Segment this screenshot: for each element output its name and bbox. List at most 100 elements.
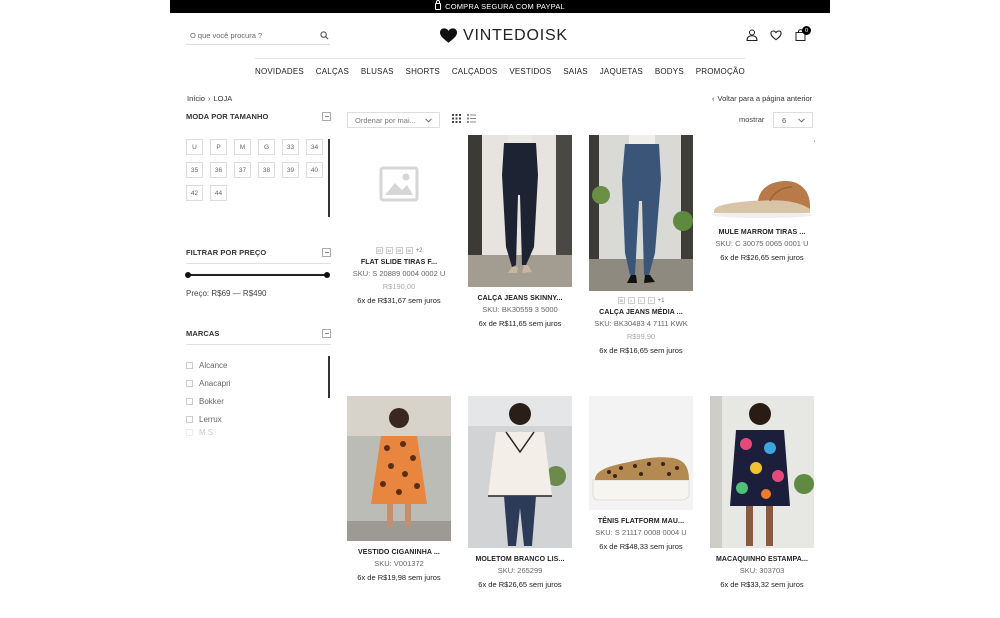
product-card[interactable]: 33 34 35 36 +2 FLAT SLIDE TIRAS F... SKU… <box>346 135 452 305</box>
product-image[interactable] <box>710 396 814 548</box>
size-swatch[interactable]: × <box>627 297 635 304</box>
product-name[interactable]: MACAQUINHO ESTAMPA... <box>709 556 815 563</box>
size-option[interactable]: 38 <box>258 162 275 178</box>
back-link[interactable]: ‹ Voltar para a página anterior <box>712 94 812 103</box>
collapse-minus-icon[interactable] <box>322 111 331 121</box>
checkbox[interactable] <box>186 361 193 369</box>
product-card[interactable]: 36 × × × +1 CALÇA JEANS MÉDIA ... SKU: B… <box>588 135 694 355</box>
product-image[interactable] <box>468 135 572 287</box>
product-image-placeholder[interactable] <box>347 135 451 241</box>
size-swatch[interactable]: 35 <box>395 247 403 254</box>
size-option[interactable]: 33 <box>282 139 299 155</box>
size-swatch[interactable]: 36 <box>405 247 413 254</box>
brand-option[interactable]: Alcance <box>186 356 326 374</box>
nav-jaquetas[interactable]: JAQUETAS <box>600 67 643 76</box>
size-option[interactable]: 35 <box>186 162 203 178</box>
show-count-select[interactable]: 6 <box>773 112 813 128</box>
sort-select[interactable]: Ordenar por mai... <box>347 112 440 128</box>
product-card[interactable]: VESTIDO CIGANINHA ... SKU: V001372 6x de… <box>346 396 452 582</box>
product-name[interactable]: MOLETOM BRANCO LIS... <box>467 556 573 563</box>
brand-option[interactable]: Anacapri <box>186 374 326 392</box>
size-option[interactable]: U <box>186 139 203 155</box>
nav-saias[interactable]: SAIAS <box>563 67 588 76</box>
breadcrumb: Início › LOJA <box>187 94 232 103</box>
price-max-handle[interactable] <box>324 272 330 278</box>
nav-bodys[interactable]: BODYS <box>655 67 684 76</box>
price-min-handle[interactable] <box>185 272 191 278</box>
user-icon[interactable] <box>745 28 759 42</box>
collapse-minus-icon[interactable] <box>322 247 331 257</box>
size-swatch[interactable]: 36 <box>617 297 625 304</box>
product-name[interactable]: VESTIDO CIGANINHA ... <box>346 549 452 556</box>
variant-swatches: 36 × × × +1 <box>588 297 694 304</box>
brand-option[interactable]: Lerrux <box>186 410 326 428</box>
size-option[interactable]: 40 <box>306 162 323 178</box>
search-icon[interactable] <box>318 30 330 42</box>
product-image[interactable] <box>589 396 693 510</box>
size-filter-header: MODA POR TAMANHO <box>186 110 331 122</box>
brand-list-scrollbar[interactable] <box>328 356 330 398</box>
size-swatch[interactable]: 34 <box>385 247 393 254</box>
nav-calcados[interactable]: CALÇADOS <box>452 67 498 76</box>
product-name[interactable]: MULE MARROM TIRAS ... <box>709 229 815 236</box>
size-option[interactable]: G <box>258 139 275 155</box>
search-input[interactable] <box>186 31 306 40</box>
cart-button[interactable]: 0 <box>793 26 811 42</box>
product-card[interactable]: MACAQUINHO ESTAMPA... SKU: 303703 6x de … <box>709 396 815 589</box>
nav-shorts[interactable]: SHORTS <box>406 67 440 76</box>
size-option[interactable]: 39 <box>282 162 299 178</box>
checkbox[interactable] <box>186 415 193 423</box>
product-card[interactable]: CALÇA JEANS SKINNY... SKU: BK30559 3 500… <box>467 135 573 328</box>
product-card[interactable]: TÊNIS FLATFORM MAU... SKU: S 21117 0008 … <box>588 396 694 551</box>
size-list-scrollbar[interactable] <box>328 139 330 217</box>
size-option[interactable]: 44 <box>210 185 227 201</box>
price-range-slider[interactable] <box>185 272 330 278</box>
product-name[interactable]: CALÇA JEANS SKINNY... <box>467 295 573 302</box>
nav-vestidos[interactable]: VESTIDOS <box>509 67 551 76</box>
product-name[interactable]: TÊNIS FLATFORM MAU... <box>588 518 694 525</box>
checkbox[interactable] <box>186 379 193 387</box>
nav-calcas[interactable]: CALÇAS <box>316 67 349 76</box>
wishlist-heart-icon[interactable] <box>769 28 783 42</box>
product-name[interactable]: FLAT SLIDE TIRAS F... <box>346 259 452 266</box>
product-image[interactable] <box>468 396 572 548</box>
size-option[interactable]: 34 <box>306 139 323 155</box>
size-option[interactable]: M <box>234 139 251 155</box>
size-option[interactable]: P <box>210 139 227 155</box>
nav-blusas[interactable]: BLUSAS <box>361 67 394 76</box>
more-swatches[interactable]: +1 <box>658 298 665 304</box>
back-link-label: Voltar para a página anterior <box>717 94 813 103</box>
nav-novidades[interactable]: NOVIDADES <box>255 67 304 76</box>
brand-option[interactable]: M.S <box>186 428 326 436</box>
product-image[interactable] <box>589 135 693 291</box>
product-sku: SKU: BK30559 3 5000 <box>482 305 558 314</box>
nav-promocao[interactable]: PROMOÇÃO <box>696 67 745 76</box>
size-swatch[interactable]: 33 <box>375 247 383 254</box>
checkbox[interactable] <box>186 397 193 405</box>
list-view-icon[interactable] <box>467 114 476 123</box>
size-option[interactable]: 36 <box>210 162 227 178</box>
breadcrumb-separator: › <box>207 94 211 103</box>
brand-option[interactable]: Bokker <box>186 392 326 410</box>
size-option[interactable]: 42 <box>186 185 203 201</box>
breadcrumb-home[interactable]: Início <box>187 94 205 103</box>
heart-logo-icon <box>440 28 457 43</box>
grid-view-icon[interactable] <box>452 114 461 123</box>
size-swatch[interactable]: × <box>637 297 645 304</box>
lock-icon <box>435 0 442 10</box>
product-sku: SKU: 265299 <box>497 566 543 575</box>
product-image[interactable] <box>710 135 814 221</box>
product-name[interactable]: CALÇA JEANS MÉDIA ... <box>588 309 694 316</box>
product-image[interactable] <box>347 396 451 541</box>
search-bar <box>186 27 330 45</box>
size-option[interactable]: 37 <box>234 162 251 178</box>
size-swatch[interactable]: × <box>647 297 655 304</box>
site-logo[interactable]: VINTEDOISK <box>440 26 568 46</box>
checkbox[interactable] <box>186 428 193 436</box>
cart-count-badge: 0 <box>802 26 811 35</box>
collapse-minus-icon[interactable] <box>322 328 331 338</box>
product-installments: 6x de R$31,67 sem juros <box>357 296 441 305</box>
more-swatches[interactable]: +2 <box>416 248 423 254</box>
product-card[interactable]: MULE MARROM TIRAS ... SKU: C 30075 0065 … <box>709 135 815 262</box>
product-card[interactable]: MOLETOM BRANCO LIS... SKU: 265299 6x de … <box>467 396 573 589</box>
